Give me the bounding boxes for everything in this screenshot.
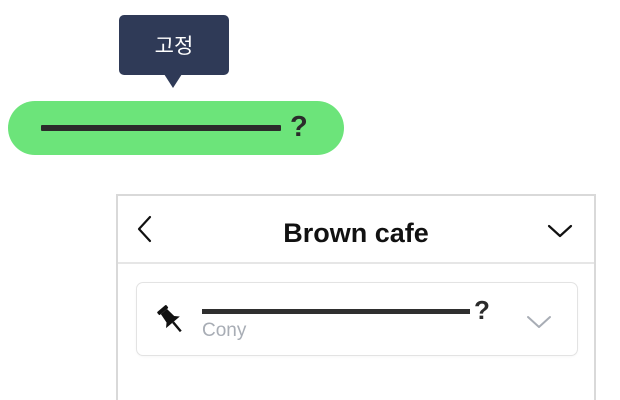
pin-icon	[157, 305, 182, 333]
expand-chevron-icon[interactable]	[526, 314, 552, 330]
pin-tooltip-label: 고정	[154, 34, 194, 58]
pin-tooltip[interactable]: 고정	[119, 15, 229, 75]
pinned-author: Cony	[202, 320, 247, 341]
pinned-message-suffix: ?	[474, 295, 490, 325]
chatroom-header: Brown cafe	[118, 196, 594, 264]
bubble-body: ?	[8, 101, 344, 155]
chatroom-title: Brown cafe	[283, 218, 429, 248]
message-redacted-line	[41, 125, 281, 131]
screen: 고정 ? Brown cafe ? Cony	[0, 0, 620, 400]
pinned-message-redacted-line	[202, 309, 470, 314]
message-suffix: ?	[290, 111, 308, 143]
chat-message-bubble[interactable]: ?	[8, 98, 353, 158]
tooltip-arrow	[164, 74, 182, 88]
pinned-notice[interactable]: ? Cony	[136, 282, 578, 356]
chevron-down-icon[interactable]	[546, 221, 574, 241]
chatroom-panel: Brown cafe ? Cony	[116, 194, 596, 400]
